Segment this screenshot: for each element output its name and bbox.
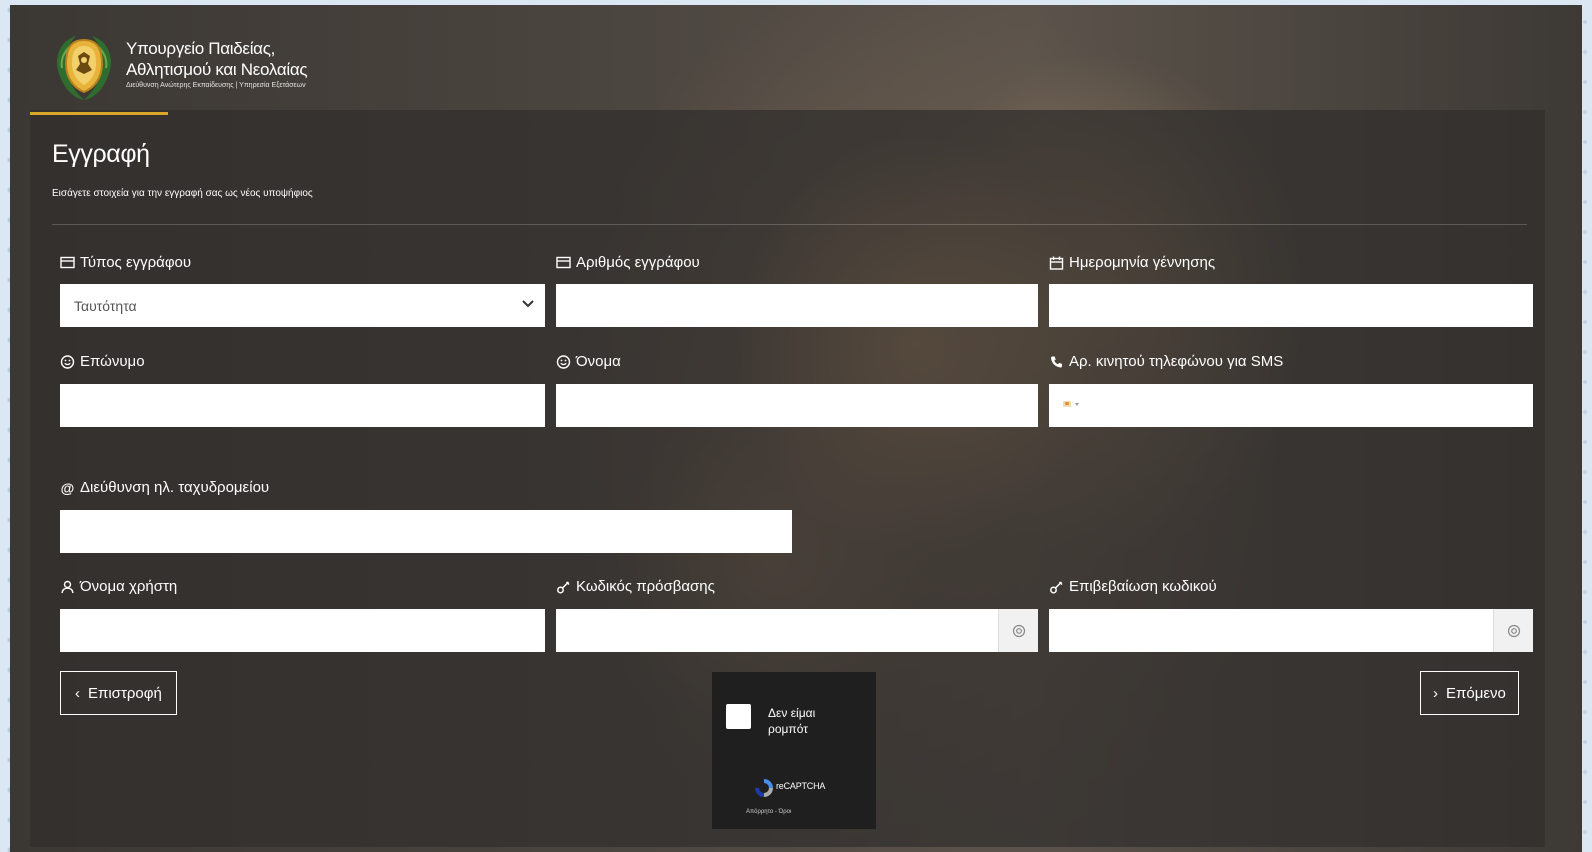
surname-input[interactable] [60,384,545,427]
page-title: Εγγραφή [52,140,150,168]
ministry-name: Υπουργείο Παιδείας, Αθλητισμού και Νεολα… [126,38,308,92]
eye-icon [1012,624,1025,637]
mobile-input[interactable] [1049,384,1533,427]
divider [52,224,1527,225]
mobile-label-text: Αρ. κινητού τηλεφώνου για SMS [1069,353,1284,370]
recaptcha-label-line2: ρομπότ [768,722,808,736]
doc-type-selected: Ταυτότητα [74,297,137,314]
email-label: @ Διεύθυνση ηλ. ταχυδρομείου [60,479,269,496]
doc-type-label-text: Τύπος εγγράφου [80,254,192,271]
name-input[interactable] [556,384,1038,427]
card-icon [60,256,75,269]
header-accent-bar [30,112,168,115]
birth-date-label: Ημερομηνία γέννησης [1049,254,1215,271]
caret-down-icon [1075,402,1079,406]
chevron-right-icon: › [1433,684,1438,702]
site-header: Υπουργείο Παιδείας, Αθλητισμού και Νεολα… [30,28,450,118]
password-confirm-label: Επιβεβαίωση κωδικού [1049,578,1217,595]
recaptcha-brand: reCAPTCHA [776,781,826,791]
password-confirm-label-text: Επιβεβαίωση κωδικού [1069,578,1217,595]
name-label-text: Όνομα [576,353,621,370]
ministry-department: Διεύθυνση Ανώτερης Εκπαίδευσης | Υπηρεσί… [126,82,306,89]
password-label-text: Κωδικός πρόσβασης [576,578,715,595]
recaptcha-logo-icon [755,779,773,797]
recaptcha-widget: Δεν είμαι ρομπότ reCAPTCHA Απόρρητο - Όρ… [712,672,876,829]
recaptcha-label: Δεν είμαι ρομπότ [768,705,858,737]
ministry-name-line2: Αθλητισμού και Νεολαίας [126,60,308,79]
surname-label-text: Επώνυμο [80,353,145,370]
chevron-down-icon [522,300,534,308]
recaptcha-label-line1: Δεν είμαι [768,706,816,720]
password-confirm-input[interactable] [1049,609,1493,652]
key-icon [1050,580,1063,593]
show-password-button[interactable] [998,609,1038,652]
password-label: Κωδικός πρόσβασης [556,578,715,595]
page-subtitle: Εισάγετε στοιχεία για την εγγραφή σας ως… [52,188,313,199]
email-input[interactable] [60,510,792,553]
birth-date-label-text: Ημερομηνία γέννησης [1069,254,1216,271]
show-password-confirm-button[interactable] [1493,609,1533,652]
doc-number-label-text: Αριθμός εγγράφου [576,254,700,271]
ministry-emblem-icon [56,36,112,100]
user-icon [61,580,74,593]
key-icon [557,580,570,593]
username-label: Όνομα χρήστη [60,578,177,595]
eye-icon [1507,624,1520,637]
doc-type-label: Τύπος εγγράφου [60,254,191,271]
country-flag-selector[interactable] [1063,401,1079,407]
recaptcha-terms-link[interactable]: Απόρρητο - Όροι [746,809,791,815]
smiley-icon [556,354,571,369]
next-button-label: Επόμενο [1446,684,1506,702]
mobile-label: Αρ. κινητού τηλεφώνου για SMS [1049,353,1283,370]
calendar-icon [1049,256,1064,270]
cyprus-flag-icon [1063,401,1071,407]
email-label-text: Διεύθυνση ηλ. ταχυδρομείου [80,479,270,496]
password-input[interactable] [556,609,998,652]
username-input[interactable] [60,609,545,652]
username-label-text: Όνομα χρήστη [80,578,178,595]
chevron-left-icon: ‹ [75,684,80,702]
birth-date-input[interactable] [1049,284,1533,327]
smiley-icon [60,354,75,369]
doc-number-input[interactable] [556,284,1038,327]
surname-label: Επώνυμο [60,353,145,370]
next-button[interactable]: › Επόμενο [1420,671,1519,715]
phone-icon [1050,356,1062,368]
doc-type-select[interactable]: Ταυτότητα [60,284,545,327]
ministry-name-line1: Υπουργείο Παιδείας, [126,39,276,58]
recaptcha-checkbox[interactable] [726,704,751,729]
doc-number-label: Αριθμός εγγράφου [556,254,700,271]
name-label: Όνομα [556,353,621,370]
card-icon [556,256,571,269]
at-icon: @ [60,479,75,496]
back-button[interactable]: ‹ Επιστροφή [60,671,177,715]
back-button-label: Επιστροφή [88,684,162,702]
